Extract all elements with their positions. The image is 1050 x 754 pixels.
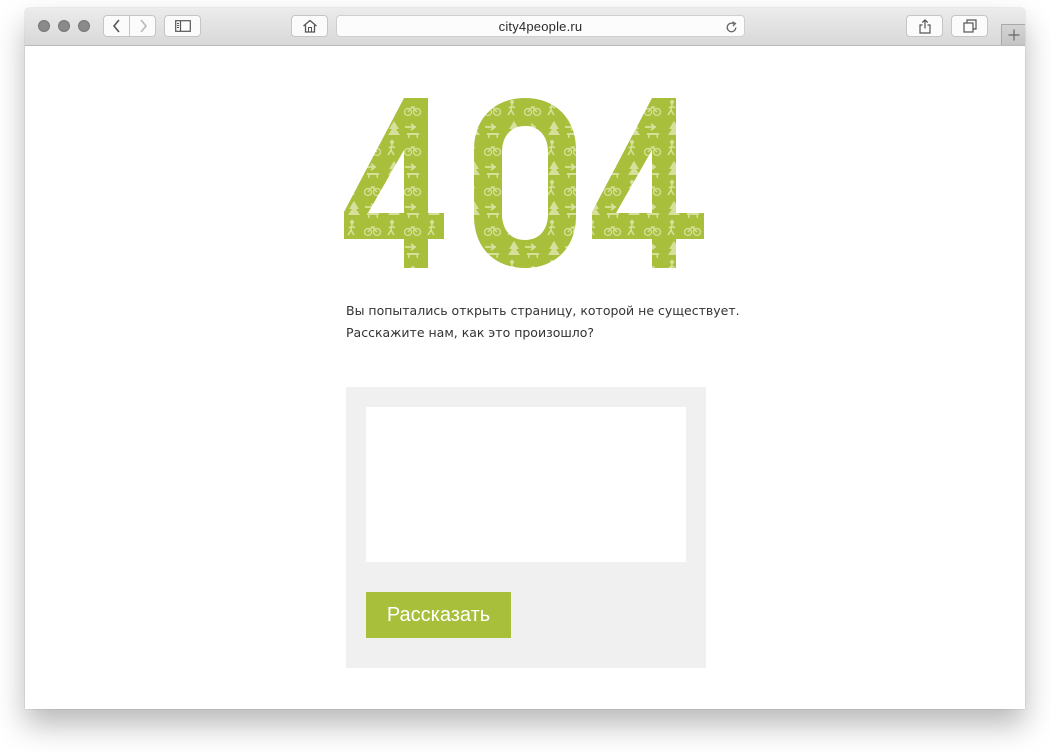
address-bar[interactable]: city4people.ru bbox=[336, 15, 745, 37]
feedback-textarea[interactable] bbox=[366, 407, 686, 562]
minimize-window-button[interactable] bbox=[58, 20, 70, 32]
feedback-form: Рассказать bbox=[346, 387, 706, 668]
url-text: city4people.ru bbox=[498, 19, 583, 34]
sidebar-icon bbox=[174, 20, 191, 32]
back-arrow-icon bbox=[112, 19, 122, 33]
browser-toolbar: city4people.ru bbox=[25, 8, 1025, 46]
zoom-window-button[interactable] bbox=[78, 20, 90, 32]
reload-icon[interactable] bbox=[725, 19, 738, 38]
error-message-line-1: Вы попытались открыть страницу, которой … bbox=[346, 303, 740, 318]
home-button[interactable] bbox=[291, 15, 328, 37]
error-code-graphic bbox=[344, 98, 708, 274]
back-button[interactable] bbox=[103, 15, 130, 37]
forward-button[interactable] bbox=[129, 15, 156, 37]
share-icon bbox=[918, 18, 932, 34]
error-message-line-2: Расскажите нам, как это произошло? bbox=[346, 325, 595, 340]
page-content: Вы попытались открыть страницу, которой … bbox=[25, 46, 1025, 709]
tabs-overview-button[interactable] bbox=[951, 15, 988, 37]
tabs-icon bbox=[962, 19, 977, 33]
error-message: Вы попытались открыть страницу, которой … bbox=[346, 300, 746, 344]
home-icon bbox=[302, 19, 318, 33]
new-tab-button[interactable] bbox=[1001, 24, 1025, 45]
sidebar-button[interactable] bbox=[164, 15, 201, 37]
close-window-button[interactable] bbox=[38, 20, 50, 32]
plus-icon bbox=[1008, 26, 1020, 45]
forward-arrow-icon bbox=[138, 19, 148, 33]
tell-us-button[interactable]: Рассказать bbox=[366, 592, 511, 638]
browser-window: city4people.ru Вы попытались открыть стр… bbox=[25, 8, 1025, 709]
share-button[interactable] bbox=[906, 15, 943, 37]
